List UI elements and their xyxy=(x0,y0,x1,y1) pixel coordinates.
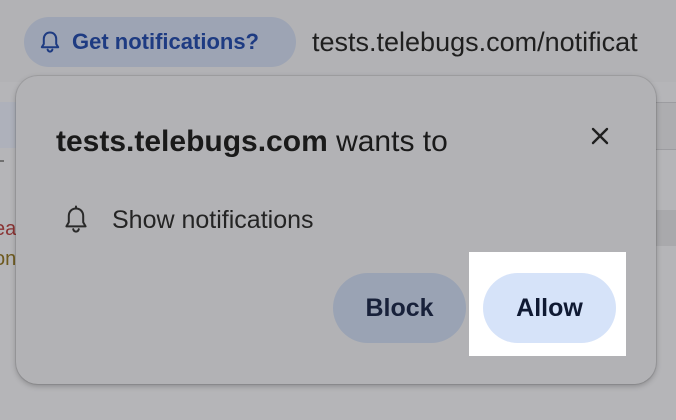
background-text: on xyxy=(0,248,17,270)
block-button[interactable]: Block xyxy=(333,273,466,343)
close-icon xyxy=(590,126,610,151)
url-field[interactable]: tests.telebugs.com/notificat xyxy=(312,24,638,60)
permission-row: Show notifications xyxy=(62,204,314,236)
close-button[interactable] xyxy=(584,122,616,154)
background-tab xyxy=(655,102,676,150)
bell-icon xyxy=(38,30,62,54)
permission-popup: tests.telebugs.com wants to Show notific… xyxy=(16,76,656,384)
background-divider xyxy=(0,160,4,162)
popup-site-name: tests.telebugs.com xyxy=(56,125,328,158)
address-bar: Get notifications? tests.telebugs.com/no… xyxy=(0,0,676,82)
popup-title: tests.telebugs.com wants to xyxy=(56,124,448,160)
notification-permission-chip[interactable]: Get notifications? xyxy=(24,17,296,67)
notification-chip-label: Get notifications? xyxy=(72,29,259,54)
background-text: ea xyxy=(0,218,17,240)
allow-button[interactable]: Allow xyxy=(483,273,616,343)
background-row xyxy=(655,210,676,246)
permission-label: Show notifications xyxy=(112,205,314,234)
popup-title-suffix: wants to xyxy=(327,125,448,158)
bell-icon xyxy=(62,204,90,236)
